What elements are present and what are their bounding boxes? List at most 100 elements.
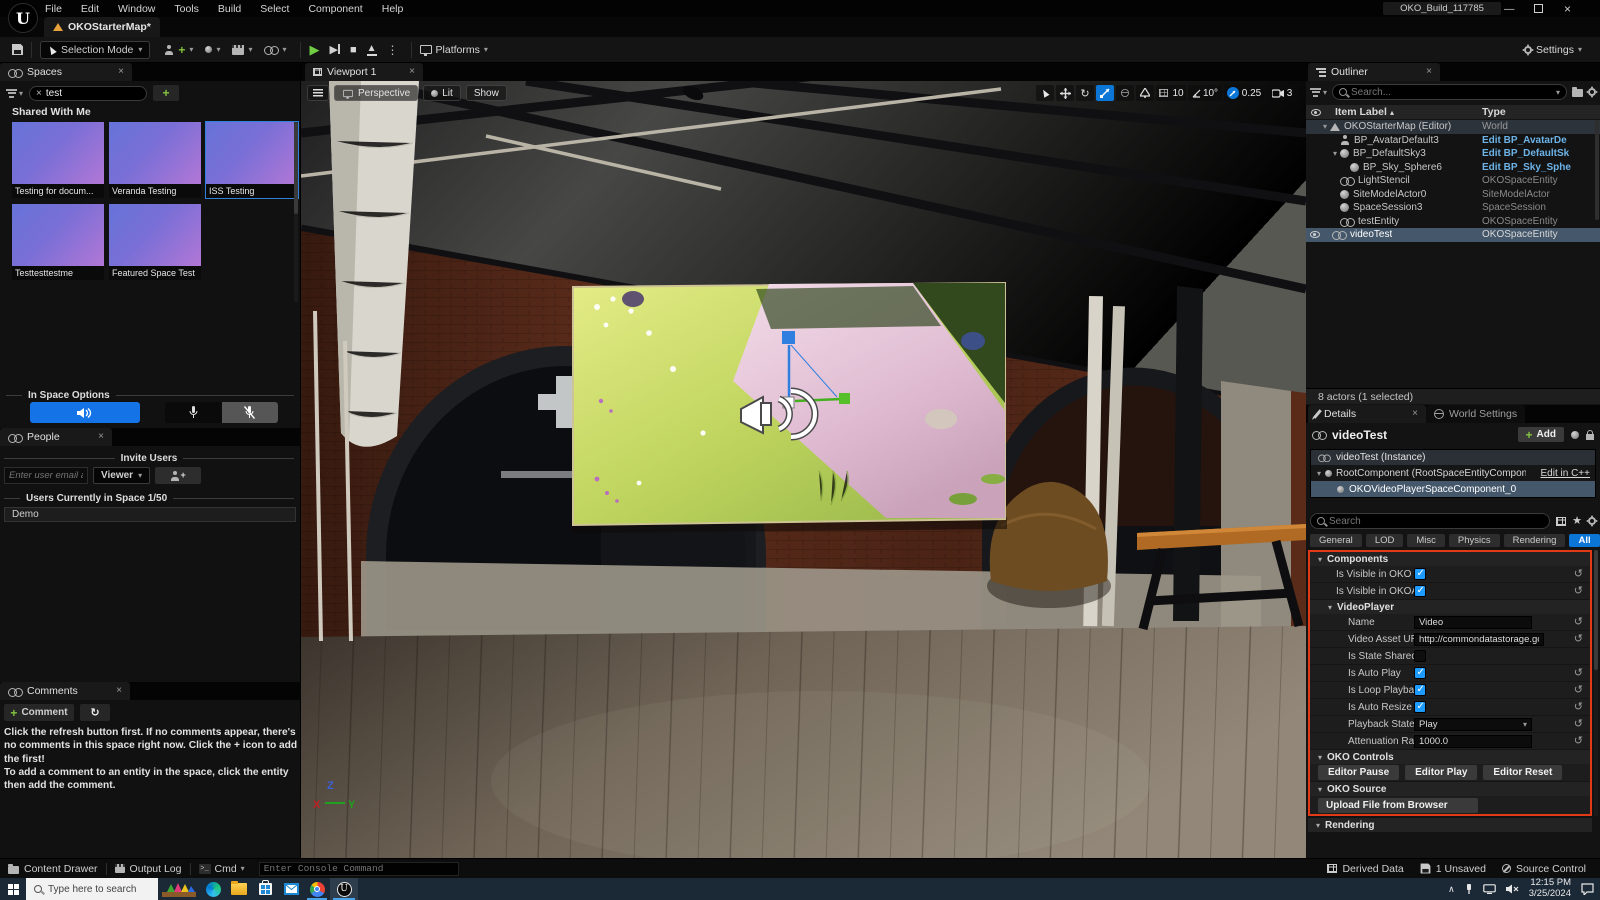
- upload-file-button[interactable]: Upload File from Browser: [1318, 798, 1478, 813]
- unreal-logo[interactable]: U: [8, 3, 38, 33]
- maximize-button[interactable]: [1534, 4, 1543, 13]
- tab-comments[interactable]: Comments ×: [0, 682, 130, 700]
- taskbar-file-explorer-icon[interactable]: [226, 878, 252, 900]
- move-tool[interactable]: [1056, 85, 1074, 101]
- editor-play-button[interactable]: Editor Play: [1405, 765, 1477, 780]
- add-user-button[interactable]: +: [155, 467, 201, 484]
- speaker-toggle-button[interactable]: [30, 402, 140, 423]
- cmd-dropdown[interactable]: >_ Cmd ▾: [199, 863, 245, 875]
- outliner-row-videotest[interactable]: videoTestOKOSpaceEntity: [1306, 228, 1600, 242]
- invite-email-input[interactable]: [4, 467, 88, 484]
- tab-misc[interactable]: Misc: [1407, 534, 1445, 547]
- checkbox-is-auto-resize[interactable]: [1414, 701, 1426, 713]
- reset-icon[interactable]: ↺: [1574, 685, 1583, 696]
- close-button[interactable]: ×: [1564, 2, 1571, 16]
- outliner-row-bp-defaultsky3[interactable]: ▾BP_DefaultSky3Edit BP_DefaultSk: [1306, 147, 1600, 161]
- menu-window[interactable]: Window: [117, 1, 156, 17]
- blueprints-button[interactable]: ▾: [205, 45, 220, 54]
- refresh-comments-button[interactable]: ↻: [80, 704, 110, 721]
- favorites-star-icon[interactable]: ★: [1572, 516, 1582, 527]
- space-tile-featured-space-test[interactable]: Featured Space Test: [109, 204, 201, 280]
- outliner-row-bp-sky-sphere6[interactable]: BP_Sky_Sphere6Edit BP_Sky_Sphe: [1306, 161, 1600, 175]
- viewport-3d-scene[interactable]: Z X Y Perspective Lit S: [301, 81, 1306, 858]
- close-icon[interactable]: ×: [1426, 67, 1432, 77]
- tray-usb-icon[interactable]: [1465, 883, 1473, 895]
- outliner-search-input[interactable]: Search... ▾: [1332, 84, 1567, 100]
- checkbox-is-visible-in-oko[interactable]: [1414, 568, 1426, 580]
- taskbar-unreal-icon[interactable]: U: [330, 878, 358, 900]
- section-components[interactable]: ▾Components: [1310, 552, 1590, 566]
- outliner-settings-icon[interactable]: [1588, 88, 1596, 96]
- item-label-column[interactable]: Item Label: [1335, 106, 1387, 118]
- add-component-button[interactable]: +Add: [1518, 427, 1564, 442]
- filter-dropdown[interactable]: ▾: [6, 89, 23, 98]
- tab-lod[interactable]: LOD: [1366, 534, 1404, 547]
- cinematics-button[interactable]: ▾: [232, 45, 252, 55]
- perspective-dropdown[interactable]: Perspective: [334, 85, 418, 101]
- reset-icon[interactable]: ↺: [1574, 736, 1583, 747]
- tab-general[interactable]: General: [1310, 534, 1362, 547]
- menu-build[interactable]: Build: [217, 1, 242, 17]
- playback-state-dropdown[interactable]: Play▾: [1414, 718, 1532, 731]
- tree-row-rootcomponent[interactable]: ▾ RootComponent (RootSpaceEntityComponen…: [1311, 465, 1595, 481]
- close-icon[interactable]: ×: [1412, 409, 1418, 419]
- taskbar-search-input[interactable]: Type here to search: [26, 878, 158, 900]
- minimize-button[interactable]: —: [1504, 3, 1515, 15]
- tab-details[interactable]: Details ×: [1308, 405, 1426, 423]
- reset-icon[interactable]: ↺: [1574, 719, 1583, 730]
- viewport-options-menu[interactable]: [307, 85, 329, 101]
- tab-okostartermap[interactable]: OKOStarterMap*: [44, 17, 160, 37]
- taskbar-mail-icon[interactable]: [278, 878, 304, 900]
- stop-button[interactable]: ■: [350, 44, 357, 56]
- section-oko-source[interactable]: ▾OKO Source: [1310, 782, 1590, 796]
- editor-reset-button[interactable]: Editor Reset: [1483, 765, 1562, 780]
- tab-world-settings[interactable]: World Settings: [1426, 405, 1525, 423]
- close-icon[interactable]: ×: [98, 432, 104, 442]
- blueprint-edit-icon[interactable]: [1571, 431, 1579, 439]
- reset-icon[interactable]: ↺: [1574, 668, 1583, 679]
- edit-in-cpp-link[interactable]: Edit in C++: [1541, 468, 1590, 479]
- play-options-kebab-icon[interactable]: ⋮: [387, 43, 399, 57]
- menu-help[interactable]: Help: [381, 1, 405, 17]
- checkbox-is-state-shared[interactable]: [1414, 650, 1426, 662]
- space-tile-testing-for-docum[interactable]: Testing for docum...: [12, 122, 104, 198]
- space-tile-iss-testing[interactable]: ISS Testing: [206, 122, 298, 198]
- tree-row-instance[interactable]: videoTest (Instance): [1311, 450, 1595, 465]
- reset-icon[interactable]: ↺: [1574, 569, 1583, 580]
- world-space-toggle[interactable]: [1116, 85, 1134, 101]
- frame-skip-button[interactable]: ▶: [329, 43, 339, 56]
- platforms-dropdown[interactable]: Platforms ▾: [420, 44, 488, 56]
- eject-button[interactable]: ▲: [367, 44, 377, 56]
- selection-mode-dropdown[interactable]: Selection Mode ▾: [40, 41, 150, 59]
- content-drawer-button[interactable]: Content Drawer: [0, 863, 98, 875]
- tab-spaces[interactable]: Spaces ×: [0, 63, 132, 81]
- visibility-eye-icon[interactable]: [1310, 231, 1320, 238]
- show-dropdown[interactable]: Show: [466, 85, 507, 101]
- start-button[interactable]: [0, 878, 26, 900]
- tray-network-icon[interactable]: [1483, 884, 1496, 894]
- space-tile-veranda-testing[interactable]: Veranda Testing: [109, 122, 201, 198]
- reset-icon[interactable]: ↺: [1574, 586, 1583, 597]
- output-log-button[interactable]: Output Log: [115, 863, 182, 875]
- menu-edit[interactable]: Edit: [80, 1, 100, 17]
- reset-icon[interactable]: ↺: [1574, 702, 1583, 713]
- source-control-button[interactable]: Source Control: [1502, 863, 1586, 875]
- taskbar-edge-icon[interactable]: [200, 878, 226, 900]
- checkbox-is-auto-play[interactable]: [1414, 667, 1426, 679]
- tab-rendering[interactable]: Rendering: [1504, 534, 1566, 547]
- details-search-input[interactable]: Search: [1310, 513, 1550, 529]
- select-tool[interactable]: [1036, 85, 1054, 101]
- add-comment-button[interactable]: + Comment: [4, 704, 74, 721]
- menu-file[interactable]: File: [44, 1, 63, 17]
- lit-dropdown[interactable]: Lit: [423, 85, 461, 101]
- tray-chevron-icon[interactable]: ∧: [1448, 884, 1455, 895]
- unsaved-button[interactable]: 1 Unsaved: [1420, 863, 1486, 875]
- lock-icon[interactable]: [1586, 434, 1594, 440]
- menu-component[interactable]: Component: [307, 1, 363, 17]
- tray-notifications-icon[interactable]: [1581, 883, 1594, 895]
- attenuation-radius-input[interactable]: [1414, 735, 1532, 748]
- tree-row-videoplayer-component[interactable]: OKOVideoPlayerSpaceComponent_0: [1311, 481, 1595, 497]
- section-rendering[interactable]: ▾Rendering: [1308, 818, 1592, 832]
- visibility-column-icon[interactable]: [1311, 109, 1321, 116]
- oko-link-button[interactable]: ▾: [264, 45, 286, 54]
